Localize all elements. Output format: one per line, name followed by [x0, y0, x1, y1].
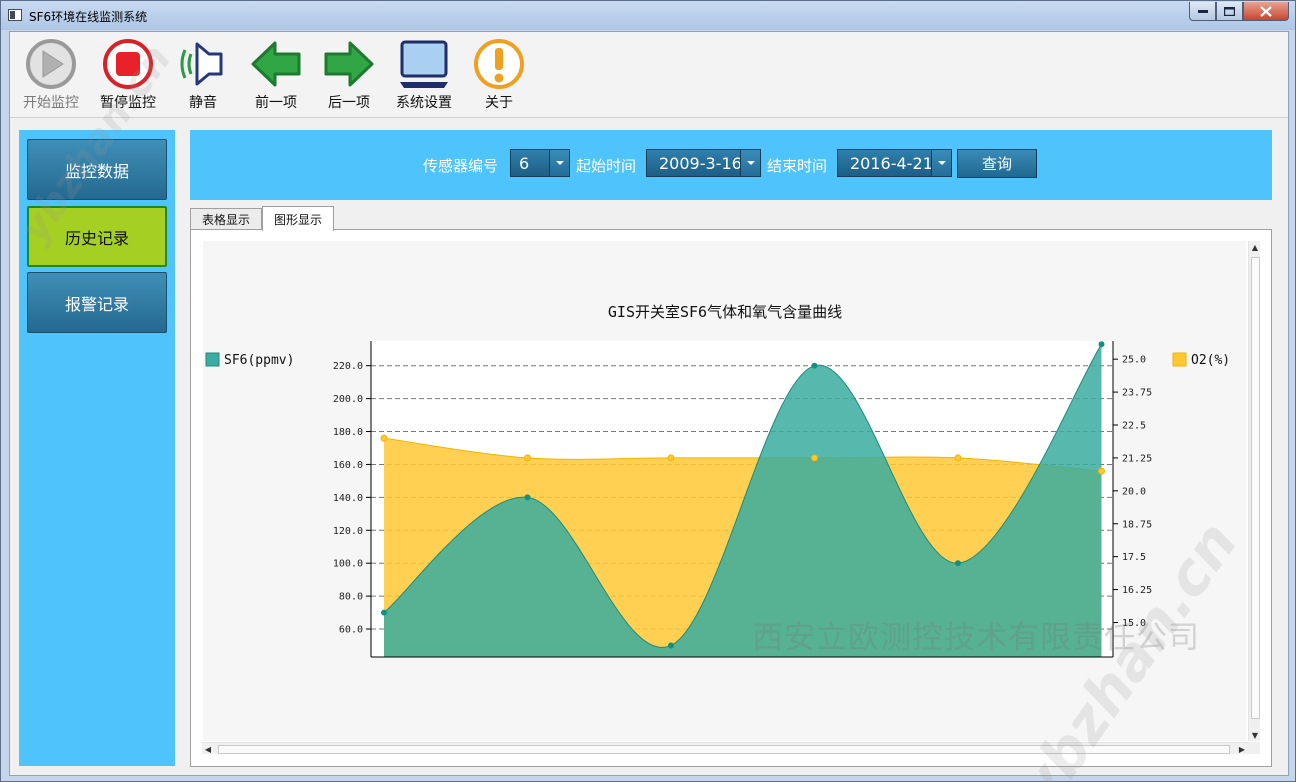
end-date-value: 2016-4-21 [850, 154, 933, 173]
arrow-right-icon [324, 41, 374, 87]
vertical-scroll-thumb[interactable] [1251, 257, 1260, 719]
close-button[interactable] [1243, 2, 1289, 21]
legend-sf6-swatch [205, 352, 220, 367]
mute-button[interactable]: 静音 [165, 38, 241, 116]
o2-point [954, 454, 962, 462]
system-settings-button[interactable]: 系统设置 [386, 38, 462, 116]
minimize-button[interactable] [1189, 2, 1216, 21]
about-button[interactable]: 关于 [461, 38, 537, 116]
scroll-left-icon[interactable]: ◀ [202, 743, 214, 755]
left-tick-label: 120.0 [333, 526, 363, 537]
end-date-picker[interactable]: 2016-4-21 [837, 149, 952, 177]
left-tick-label: 60.0 [339, 625, 363, 636]
o2-point [667, 454, 675, 462]
legend-o2-swatch [1172, 352, 1187, 367]
right-tick-label: 21.25 [1122, 453, 1152, 464]
scroll-right-icon[interactable]: ▶ [1236, 743, 1248, 755]
left-tick-label: 80.0 [339, 592, 363, 603]
arrow-left-icon [251, 41, 301, 87]
window-title: SF6环境在线监测系统 [29, 10, 148, 24]
start-date-value: 2009-3-16 [659, 154, 742, 173]
system-settings-label: 系统设置 [396, 95, 452, 111]
start-monitor-button[interactable]: 开始监控 [13, 38, 89, 116]
left-tick-label: 160.0 [333, 460, 363, 471]
vertical-scrollbar[interactable]: ▲ ▼ [1248, 241, 1260, 741]
left-tick-label: 140.0 [333, 493, 363, 504]
maximize-icon [1224, 6, 1235, 16]
previous-item-button[interactable]: 前一项 [238, 38, 314, 116]
chevron-down-icon[interactable] [931, 150, 951, 176]
scroll-down-icon[interactable]: ▼ [1249, 729, 1261, 741]
nav-alarm-records[interactable]: 报警记录 [27, 272, 167, 333]
left-tick-label: 200.0 [333, 394, 363, 405]
minimize-icon [1197, 10, 1208, 13]
sf6-point [811, 362, 818, 369]
previous-item-label: 前一项 [255, 95, 297, 111]
title-bar: SF6环境在线监测系统 [1, 1, 1295, 30]
app-window: SF6环境在线监测系统 开始监控 暂停监控 静音 前一项 后一项 系统设置 关于… [0, 0, 1296, 782]
scroll-corner [1248, 742, 1260, 754]
scroll-up-icon[interactable]: ▲ [1249, 241, 1261, 253]
sf6-point [381, 609, 387, 616]
o2-point [380, 434, 388, 442]
left-tick-label: 180.0 [333, 427, 363, 438]
toolbar: 开始监控 暂停监控 静音 前一项 后一项 系统设置 关于 [10, 32, 1288, 118]
sf6-point [955, 560, 961, 567]
right-tick-label: 17.5 [1122, 552, 1146, 563]
o2-point [811, 454, 818, 462]
chart-title: GIS开关室SF6气体和氧气含量曲线 [608, 303, 842, 321]
sensor-value: 6 [519, 154, 530, 173]
right-tick-label: 22.5 [1122, 421, 1146, 432]
start-date-picker[interactable]: 2009-3-16 [646, 149, 761, 177]
info-icon [474, 39, 524, 89]
monitor-icon [400, 40, 448, 88]
start-monitor-label: 开始监控 [23, 95, 79, 111]
tab-graph-view[interactable]: 图形显示 [262, 206, 334, 231]
legend-o2-label: O2(%) [1191, 353, 1230, 368]
sf6-point [668, 642, 674, 649]
chevron-down-icon[interactable] [740, 150, 760, 176]
play-icon [26, 39, 76, 89]
legend-sf6-label: SF6(ppmv) [224, 353, 294, 368]
sensor-label: 传感器编号 [423, 157, 499, 175]
sensor-select[interactable]: 6 [510, 149, 570, 177]
speaker-icon [180, 42, 223, 86]
right-tick-label: 25.0 [1122, 355, 1146, 366]
end-time-label: 结束时间 [767, 157, 828, 175]
sf6-point [1098, 341, 1105, 348]
o2-point [1098, 467, 1105, 475]
chevron-down-icon[interactable] [549, 150, 569, 176]
o2-point [524, 454, 531, 462]
sf6-point [524, 494, 531, 501]
about-label: 关于 [485, 95, 513, 111]
right-tick-label: 18.75 [1122, 519, 1152, 530]
query-button[interactable]: 查询 [957, 149, 1037, 178]
left-tick-label: 100.0 [333, 559, 363, 570]
tab-table-view[interactable]: 表格显示 [190, 208, 262, 230]
left-tick-label: 220.0 [333, 361, 363, 372]
query-bar: 传感器编号 6 起始时间 2009-3-16 结束时间 2016-4-21 查询 [190, 130, 1272, 200]
next-item-label: 后一项 [328, 95, 370, 111]
mute-label: 静音 [189, 95, 217, 111]
start-time-label: 起始时间 [576, 157, 637, 175]
right-tick-label: 23.75 [1122, 388, 1152, 399]
next-item-button[interactable]: 后一项 [311, 38, 387, 116]
right-tick-label: 20.0 [1122, 486, 1146, 497]
app-window-icon [8, 9, 22, 21]
close-icon [1260, 5, 1272, 17]
maximize-button[interactable] [1216, 2, 1243, 21]
